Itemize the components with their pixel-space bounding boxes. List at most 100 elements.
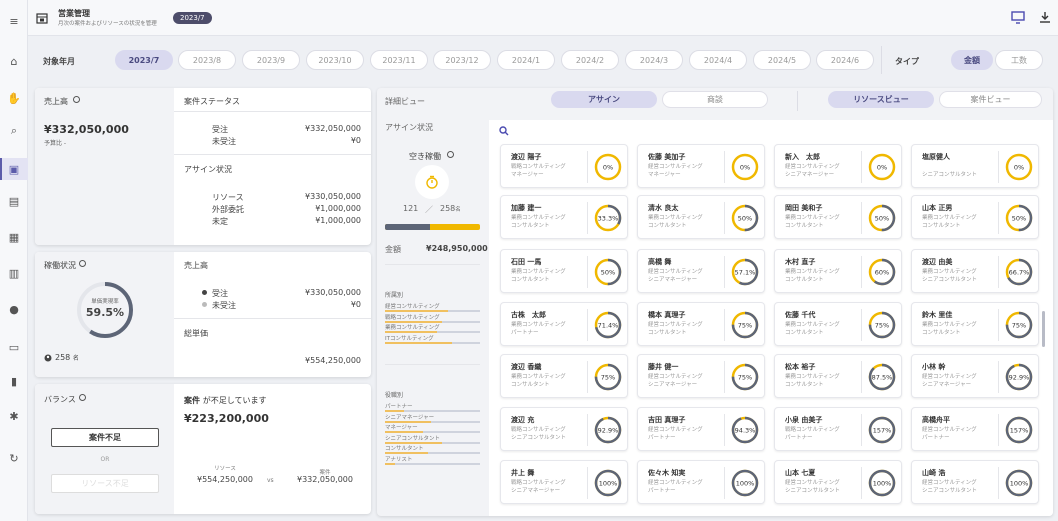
month-2024-1[interactable]: 2024/1 bbox=[497, 50, 555, 70]
help-icon[interactable] bbox=[73, 96, 80, 103]
month-2024-4[interactable]: 2024/4 bbox=[689, 50, 747, 70]
balance-resource-label: リソース bbox=[214, 466, 236, 472]
help-icon[interactable] bbox=[447, 151, 454, 158]
case-shortage-button[interactable]: 案件不足 bbox=[51, 428, 159, 447]
help-icon[interactable] bbox=[79, 260, 86, 267]
resource-card[interactable]: 吉田 真理子 経営コンサルティング パートナー 94.3% bbox=[637, 407, 765, 451]
resource-card[interactable]: 藤井 健一 経営コンサルティング シニアマネージャー 75% bbox=[637, 354, 765, 398]
unreceived-dot bbox=[202, 302, 207, 307]
month-2023-9[interactable]: 2023/9 bbox=[242, 50, 300, 70]
resource-card[interactable]: 佐藤 美加子 経営コンサルティング マネージャー 0% bbox=[637, 144, 765, 188]
sidebar-item-search-doc[interactable]: ⌕ bbox=[0, 120, 28, 142]
resource-card[interactable]: 高橋 舞経営コンサルティング シニアマネージャー 57.1% bbox=[637, 249, 765, 293]
divider bbox=[587, 361, 588, 393]
resource-card[interactable]: 山本 正男 業務コンサルティング コンサルタント 50% bbox=[911, 195, 1039, 239]
sales-title: 売上高 bbox=[44, 97, 68, 106]
month-2023-8[interactable]: 2023/8 bbox=[178, 50, 236, 70]
sidebar-item-person[interactable]: ● bbox=[0, 298, 28, 320]
resource-card[interactable]: 佐々木 知実 経営コンサルティング パートナー 100% bbox=[637, 460, 765, 504]
resource-role: シニアコンサルタント bbox=[922, 277, 978, 283]
sidebar-item-gear[interactable]: ✱ bbox=[0, 405, 28, 427]
utilization-pct: 87.5% bbox=[872, 374, 893, 382]
resource-dept: 業務コンサルティング bbox=[511, 269, 566, 275]
resource-card[interactable]: 山崎 浩経営コンサルティング シニアコンサルタント 100% bbox=[911, 460, 1039, 504]
download-icon[interactable] bbox=[1039, 11, 1051, 24]
tab-case-view[interactable]: 案件ビュー bbox=[939, 91, 1042, 108]
divider bbox=[861, 256, 862, 288]
resource-card[interactable]: 清水 良太 業務コンサルティング コンサルタント 50% bbox=[637, 195, 765, 239]
sidebar-item-wallet[interactable]: ▭ bbox=[0, 336, 28, 358]
divider bbox=[998, 361, 999, 393]
sidebar-item-chart[interactable]: ▮ bbox=[0, 370, 28, 392]
month-2023-12[interactable]: 2023/12 bbox=[433, 50, 491, 70]
month-2023-11[interactable]: 2023/11 bbox=[370, 50, 428, 70]
people-icon bbox=[44, 354, 52, 362]
resource-dept: 経営コンサルティング bbox=[922, 480, 977, 486]
resource-card[interactable]: 小泉 由美子 戦略コンサルティング パートナー 157% bbox=[774, 407, 902, 451]
resource-card[interactable]: 新入 太郎 経営コンサルティング シニアマネージャー 0% bbox=[774, 144, 902, 188]
month-2024-2[interactable]: 2024/2 bbox=[561, 50, 619, 70]
resource-card[interactable]: 松本 裕子 業務コンサルティング コンサルタント 87.5% bbox=[774, 354, 902, 398]
utilization-ring: 157% bbox=[1005, 416, 1033, 444]
type-option-1[interactable]: 工数 bbox=[995, 50, 1043, 70]
search-icon[interactable] bbox=[499, 126, 509, 136]
resource-name: 加藤 建一 bbox=[511, 204, 542, 212]
resource-role: パートナー bbox=[785, 435, 813, 441]
sidebar-item-building[interactable]: ▦ bbox=[0, 226, 28, 248]
utilization-pct: 92.9% bbox=[1009, 374, 1030, 382]
resource-card[interactable]: 塩原健人 シニアコンサルタント 0% bbox=[911, 144, 1039, 188]
month-2024-3[interactable]: 2024/3 bbox=[625, 50, 683, 70]
sidebar-item-menu[interactable]: ≡ bbox=[0, 10, 28, 32]
divider bbox=[861, 309, 862, 341]
resource-card[interactable]: 古株 太郎 業務コンサルティング パートナー 71.4% bbox=[500, 302, 628, 346]
month-2024-6[interactable]: 2024/6 bbox=[816, 50, 874, 70]
monitor-icon[interactable] bbox=[1011, 11, 1025, 24]
tab-resource-view[interactable]: リソースビュー bbox=[828, 91, 934, 108]
resource-role: シニアコンサルタント bbox=[922, 172, 978, 178]
resource-card[interactable]: 鈴木 里佳 業務コンサルティング コンサルタント 75% bbox=[911, 302, 1039, 346]
sidebar-item-hand[interactable]: ✋ bbox=[0, 87, 28, 109]
resource-role: コンサルタント bbox=[922, 330, 961, 336]
scrollbar-thumb[interactable] bbox=[1042, 311, 1045, 347]
resource-dept: 戦略コンサルティング bbox=[511, 427, 566, 433]
resource-card[interactable]: 石田 一馬 業務コンサルティング コンサルタント 50% bbox=[500, 249, 628, 293]
resource-card[interactable]: 渡辺 由美 業務コンサルティング シニアコンサルタント 66.7% bbox=[911, 249, 1039, 293]
month-2023-7[interactable]: 2023/7 bbox=[115, 50, 173, 70]
divider bbox=[861, 202, 862, 234]
resource-card[interactable]: 橋本 真理子 経営コンサルティング コンサルタント 75% bbox=[637, 302, 765, 346]
resource-name: 渡辺 充 bbox=[511, 416, 535, 424]
sidebar-item-calendar[interactable]: ▣ bbox=[0, 158, 28, 180]
resource-card[interactable]: 高橋舟平 経営コンサルティング パートナー 157% bbox=[911, 407, 1039, 451]
utilization-ring: 100% bbox=[594, 469, 622, 497]
resource-card[interactable]: 岡田 美和子 業務コンサルティング コンサルタント 50% bbox=[774, 195, 902, 239]
resource-card[interactable]: 加藤 建一 業務コンサルティング コンサルタント 33.3% bbox=[500, 195, 628, 239]
month-2024-5[interactable]: 2024/5 bbox=[753, 50, 811, 70]
resource-card[interactable]: 佐藤 千代 業務コンサルティング コンサルタント 75% bbox=[774, 302, 902, 346]
sidebar-item-card[interactable]: ▤ bbox=[0, 190, 28, 212]
resource-shortage-button[interactable]: リソース不足 bbox=[51, 474, 159, 493]
sidebar-item-home[interactable]: ⌂ bbox=[0, 50, 28, 72]
resource-card[interactable]: 渡辺 充戦略コンサルティング シニアコンサルタント 92.9% bbox=[500, 407, 628, 451]
sidebar-item-office[interactable]: ▥ bbox=[0, 262, 28, 284]
resource-card[interactable]: 渡辺 香織 業務コンサルティング コンサルタント 75% bbox=[500, 354, 628, 398]
amount-value: ¥248,950,000 bbox=[426, 244, 488, 253]
sidebar-item-refresh[interactable]: ↻ bbox=[0, 447, 28, 469]
tab-negotiation[interactable]: 商談 bbox=[662, 91, 768, 108]
resource-card[interactable]: 渡辺 陽子 戦略コンサルティング マネージャー 0% bbox=[500, 144, 628, 188]
help-icon[interactable] bbox=[79, 394, 86, 401]
resource-dept: 経営コンサルティング bbox=[922, 427, 977, 433]
legend-received: 受注 bbox=[212, 289, 228, 298]
resource-name: 松本 裕子 bbox=[785, 363, 816, 371]
resource-role: シニアマネージャー bbox=[922, 382, 972, 388]
utilization-pct: 50% bbox=[601, 269, 615, 277]
resource-card[interactable]: 井上 舞戦略コンサルティング シニアマネージャー 100% bbox=[500, 460, 628, 504]
tab-assign[interactable]: アサイン bbox=[551, 91, 657, 108]
resource-card[interactable]: 木村 直子 業務コンサルティング コンサルタント 60% bbox=[774, 249, 902, 293]
resource-name: 高橋舟平 bbox=[922, 416, 950, 424]
people-unit: 名 bbox=[72, 355, 79, 362]
resource-card[interactable]: 山本 七夏 経営コンサルティング シニアコンサルタント 100% bbox=[774, 460, 902, 504]
type-option-0[interactable]: 金額 bbox=[951, 50, 993, 70]
resource-card[interactable]: 小林 幹経営コンサルティング シニアマネージャー 92.9% bbox=[911, 354, 1039, 398]
month-2023-10[interactable]: 2023/10 bbox=[306, 50, 364, 70]
resource-name: 小林 幹 bbox=[922, 363, 946, 371]
